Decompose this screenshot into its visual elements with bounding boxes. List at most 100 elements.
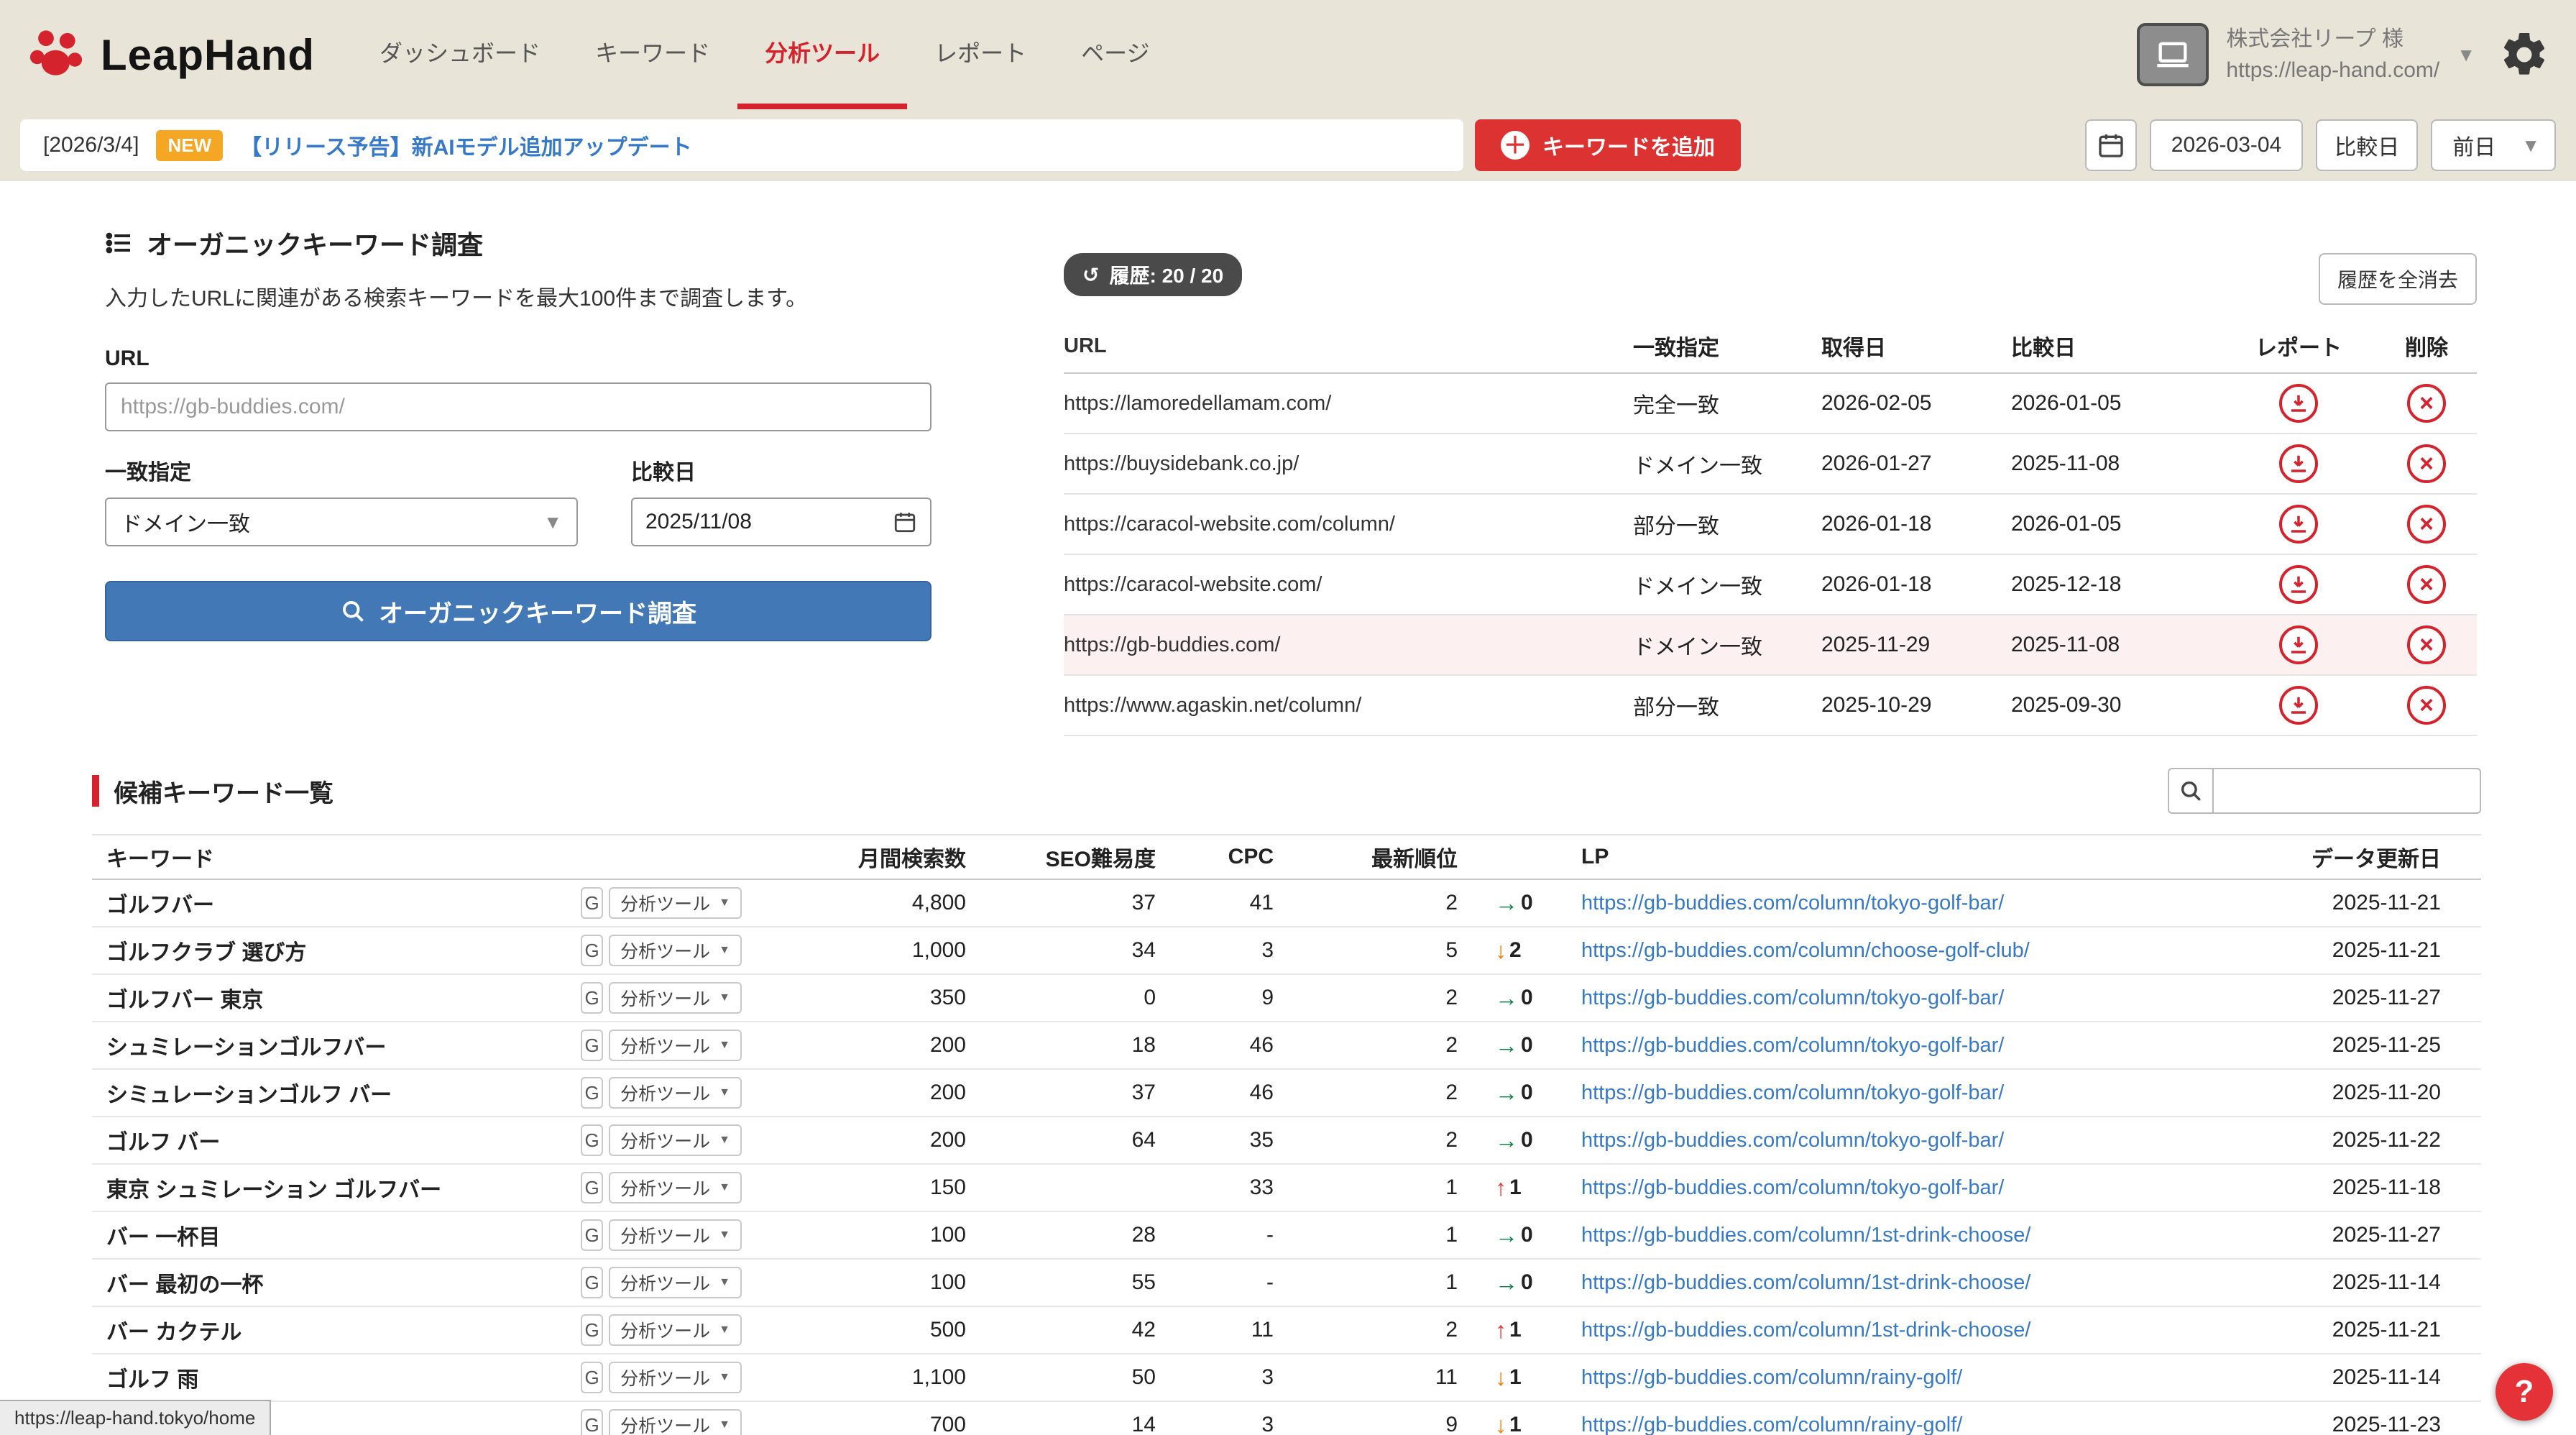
google-search-button[interactable]: G: [581, 1030, 603, 1061]
analysis-tool-dropdown[interactable]: 分析ツール▼: [609, 1077, 742, 1109]
history-row[interactable]: https://www.agaskin.net/column/ 部分一致 202…: [1064, 676, 2477, 736]
col-delete: 削除: [2376, 330, 2477, 362]
rank-cell: 2: [1291, 1033, 1475, 1058]
analysis-tool-dropdown[interactable]: 分析ツール▼: [609, 1362, 742, 1393]
lp-link[interactable]: https://gb-buddies.com/column/1st-drink-…: [1581, 1224, 2030, 1247]
analysis-tool-dropdown[interactable]: 分析ツール▼: [609, 982, 742, 1014]
google-search-button[interactable]: G: [581, 1219, 603, 1251]
account-selector[interactable]: 株式会社リープ 様 https://leap-hand.com/ ▼: [2137, 23, 2475, 86]
history-row[interactable]: https://caracol-website.com/column/ 部分一致…: [1064, 495, 2477, 555]
download-report-icon[interactable]: [2279, 686, 2318, 725]
keyword-search-input[interactable]: [2214, 768, 2481, 814]
announcement-link[interactable]: 【リリース予告】新AIモデル追加アップデート: [240, 129, 692, 161]
keyword-row: バー 一杯目 G 分析ツール▼ 100 28 - 1 → 0 https://g…: [92, 1212, 2481, 1260]
nav-item-keywords[interactable]: キーワード: [568, 0, 737, 109]
rank-cell: 2: [1291, 1128, 1475, 1152]
delete-history-icon[interactable]: ×: [2407, 565, 2446, 604]
google-search-button[interactable]: G: [581, 1077, 603, 1109]
delete-history-icon[interactable]: ×: [2407, 384, 2446, 423]
analysis-tool-dropdown[interactable]: 分析ツール▼: [609, 1219, 742, 1251]
history-row[interactable]: https://caracol-website.com/ ドメイン一致 2026…: [1064, 555, 2477, 615]
cpc-cell: -: [1173, 1223, 1291, 1247]
google-search-button[interactable]: G: [581, 982, 603, 1014]
google-search-button[interactable]: G: [581, 1409, 603, 1435]
analysis-tool-dropdown[interactable]: 分析ツール▼: [609, 935, 742, 966]
delete-history-icon[interactable]: ×: [2407, 505, 2446, 544]
history-match-cell: ドメイン一致: [1633, 569, 1821, 600]
delete-history-icon[interactable]: ×: [2407, 444, 2446, 483]
delete-history-icon[interactable]: ×: [2407, 625, 2446, 664]
analysis-tool-dropdown[interactable]: 分析ツール▼: [609, 1314, 742, 1346]
lp-link[interactable]: https://gb-buddies.com/column/tokyo-golf…: [1581, 1081, 2004, 1104]
lp-link[interactable]: https://gb-buddies.com/column/choose-gol…: [1581, 939, 2030, 962]
keyword-row: ゴルフバー G 分析ツール▼ 4,800 37 41 2 → 0 https:/…: [92, 880, 2481, 927]
history-row[interactable]: https://lamoredellamam.com/ 完全一致 2026-02…: [1064, 374, 2477, 434]
nav-item-pages[interactable]: ページ: [1054, 0, 1177, 109]
delete-history-icon[interactable]: ×: [2407, 686, 2446, 725]
lp-link[interactable]: https://gb-buddies.com/column/tokyo-golf…: [1581, 1034, 2004, 1057]
lp-link[interactable]: https://gb-buddies.com/column/rainy-golf…: [1581, 1366, 1962, 1389]
url-input[interactable]: [105, 382, 932, 431]
rank-cell: 2: [1291, 1318, 1475, 1342]
lp-link[interactable]: https://gb-buddies.com/column/tokyo-golf…: [1581, 1129, 2004, 1152]
download-report-icon[interactable]: [2279, 565, 2318, 604]
download-report-icon[interactable]: [2279, 625, 2318, 664]
rank-change-cell: ↑ 1: [1475, 1318, 1581, 1342]
keywords-title: 候補キーワード一覧: [114, 774, 334, 809]
updated-cell: 2025-11-14: [2240, 1270, 2481, 1295]
google-search-button[interactable]: G: [581, 1362, 603, 1393]
google-search-button[interactable]: G: [581, 1124, 603, 1156]
nav-item-reports[interactable]: レポート: [907, 0, 1054, 109]
download-report-icon[interactable]: [2279, 505, 2318, 544]
download-report-icon[interactable]: [2279, 444, 2318, 483]
clear-history-button[interactable]: 履歴を全消去: [2319, 253, 2477, 305]
analysis-tool-dropdown[interactable]: 分析ツール▼: [609, 1409, 742, 1435]
google-search-button[interactable]: G: [581, 1172, 603, 1204]
lp-link[interactable]: https://gb-buddies.com/column/1st-drink-…: [1581, 1271, 2030, 1294]
nav-item-analysis-tools[interactable]: 分析ツール: [737, 0, 907, 109]
period-select[interactable]: 前日 ▼: [2431, 119, 2556, 171]
google-search-button[interactable]: G: [581, 887, 603, 919]
difficulty-cell: 42: [983, 1318, 1173, 1342]
lp-link[interactable]: https://gb-buddies.com/column/tokyo-golf…: [1581, 1176, 2004, 1199]
keyword-table-header: キーワード 月間検索数 SEO難易度 CPC 最新順位 LP データ更新日: [92, 834, 2481, 880]
chevron-down-icon: ▼: [719, 1039, 730, 1052]
help-button[interactable]: ?: [2496, 1363, 2553, 1421]
history-row[interactable]: https://buysidebank.co.jp/ ドメイン一致 2026-0…: [1064, 434, 2477, 495]
chevron-down-icon: ▼: [719, 991, 730, 1004]
settings-gear-icon[interactable]: [2498, 29, 2550, 81]
google-search-button[interactable]: G: [581, 935, 603, 966]
chevron-down-icon: ▼: [719, 944, 730, 957]
compare-date-input[interactable]: 2025/11/08: [631, 498, 932, 546]
col-match: 一致指定: [1633, 330, 1821, 362]
lp-link[interactable]: https://gb-buddies.com/column/tokyo-golf…: [1581, 891, 2004, 914]
section-accent-bar: [92, 775, 99, 807]
cpc-cell: 3: [1173, 938, 1291, 963]
research-submit-button[interactable]: オーガニックキーワード調査: [105, 581, 932, 641]
add-keyword-button[interactable]: ＋ キーワードを追加: [1475, 119, 1741, 171]
chevron-down-icon: ▼: [719, 1418, 730, 1431]
nav-item-dashboard[interactable]: ダッシュボード: [352, 0, 568, 109]
lp-link[interactable]: https://gb-buddies.com/column/rainy-golf…: [1581, 1413, 1962, 1435]
cpc-cell: 46: [1173, 1033, 1291, 1058]
analysis-tool-dropdown[interactable]: 分析ツール▼: [609, 1124, 742, 1156]
history-row[interactable]: https://gb-buddies.com/ ドメイン一致 2025-11-2…: [1064, 615, 2477, 676]
download-report-icon[interactable]: [2279, 384, 2318, 423]
trend-arrow-icon: ↓: [1495, 939, 1506, 962]
updated-cell: 2025-11-21: [2240, 1318, 2481, 1342]
analysis-tool-dropdown[interactable]: 分析ツール▼: [609, 1172, 742, 1204]
brand-logo[interactable]: LeapHand: [26, 0, 315, 109]
match-type-select[interactable]: ドメイン一致 ▼: [105, 498, 578, 546]
lp-link[interactable]: https://gb-buddies.com/column/1st-drink-…: [1581, 1319, 2030, 1342]
google-search-button[interactable]: G: [581, 1267, 603, 1298]
calendar-button[interactable]: [2085, 119, 2137, 171]
rank-cell: 1: [1291, 1223, 1475, 1247]
lp-link[interactable]: https://gb-buddies.com/column/tokyo-golf…: [1581, 986, 2004, 1009]
header-date-field[interactable]: 2026-03-04: [2150, 119, 2303, 171]
keyword-search-button[interactable]: [2168, 768, 2214, 814]
compare-date-button[interactable]: 比較日: [2316, 119, 2418, 171]
google-search-button[interactable]: G: [581, 1314, 603, 1346]
analysis-tool-dropdown[interactable]: 分析ツール▼: [609, 1267, 742, 1298]
analysis-tool-dropdown[interactable]: 分析ツール▼: [609, 1030, 742, 1061]
analysis-tool-dropdown[interactable]: 分析ツール▼: [609, 887, 742, 919]
